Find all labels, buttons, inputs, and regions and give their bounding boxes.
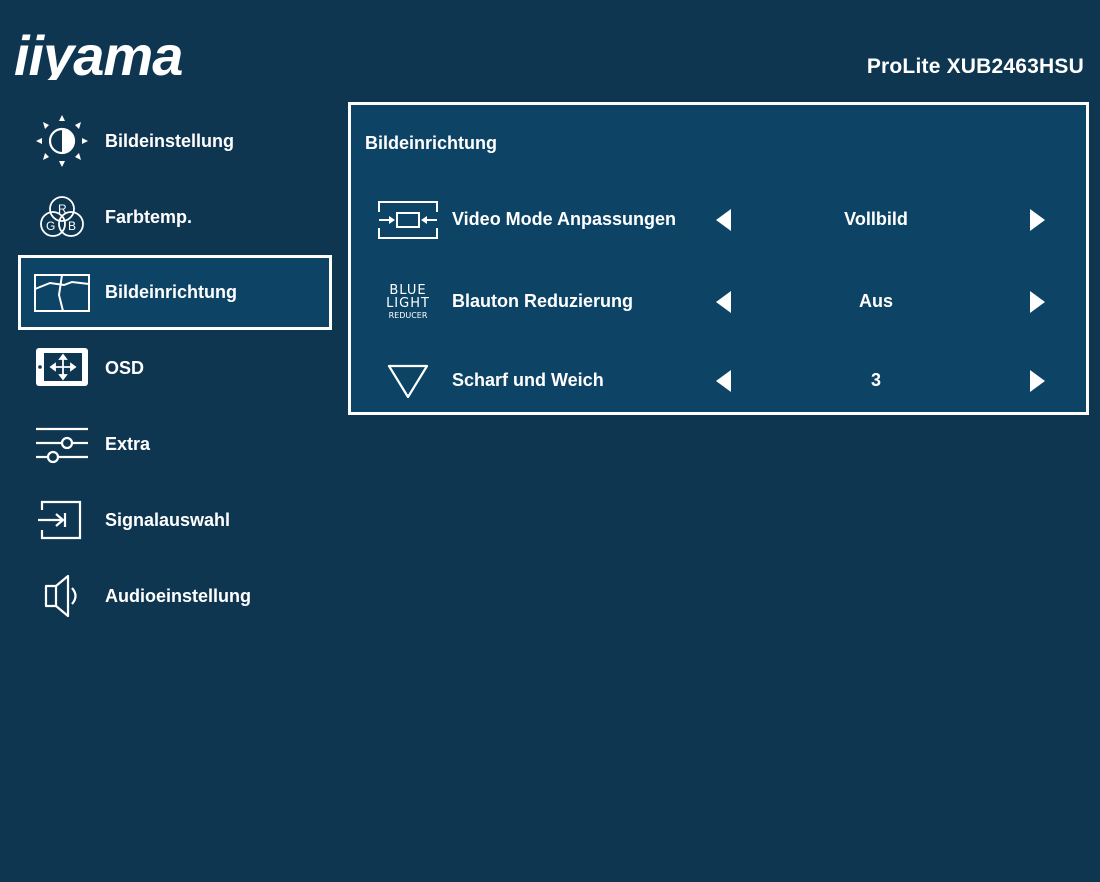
arrow-left-icon[interactable] xyxy=(712,207,736,233)
video-mode-icon xyxy=(375,190,441,250)
sidebar-item-audioeinstellung[interactable]: Audioeinstellung xyxy=(18,558,332,634)
svg-text:R: R xyxy=(58,202,67,216)
setting-row-sharpness[interactable]: Scharf und Weich 3 xyxy=(351,351,1086,411)
sidebar-item-label: OSD xyxy=(105,357,145,378)
sharpness-triangle-icon xyxy=(375,351,441,411)
arrow-right-icon[interactable] xyxy=(1025,207,1049,233)
arrow-left-icon[interactable] xyxy=(712,368,736,394)
osd-move-icon xyxy=(32,340,92,396)
sidebar-item-label: Extra xyxy=(105,433,151,454)
settings-panel: Bildeinrichtung Video Mode Anpassungen V… xyxy=(348,102,1089,415)
iiyama-logo: iiyama xyxy=(14,20,204,80)
model-name: ProLite XUB2463HSU xyxy=(866,55,1084,78)
svg-text:iiyama: iiyama xyxy=(14,24,182,80)
arrow-right-icon[interactable] xyxy=(1025,368,1049,394)
arrow-left-icon[interactable] xyxy=(712,289,736,315)
rgb-color-icon: R G B xyxy=(32,189,92,245)
sidebar-item-bildeinrichtung[interactable]: Bildeinrichtung xyxy=(18,255,332,330)
sidebar-menu: Bildeinstellung R G B Farbtemp. Bildeinr… xyxy=(18,103,332,634)
svg-text:B: B xyxy=(68,219,76,233)
setting-label: Scharf und Weich xyxy=(452,370,604,390)
setting-value: 3 xyxy=(870,370,881,390)
setting-row-video-mode[interactable]: Video Mode Anpassungen Vollbild xyxy=(351,190,1086,250)
sidebar-item-bildeinstellung[interactable]: Bildeinstellung xyxy=(18,103,332,179)
sidebar-item-label: Bildeinrichtung xyxy=(105,282,237,302)
setting-label: Video Mode Anpassungen xyxy=(452,209,677,229)
image-setup-icon xyxy=(32,265,92,321)
brightness-icon xyxy=(32,113,92,169)
sidebar-item-farbtemp[interactable]: R G B Farbtemp. xyxy=(18,179,332,255)
sliders-icon xyxy=(32,416,92,472)
sidebar-item-label: Audioeinstellung xyxy=(105,585,251,606)
panel-title: Bildeinrichtung xyxy=(365,133,497,153)
setting-label: Blauton Reduzierung xyxy=(452,291,633,311)
input-signal-icon xyxy=(32,492,92,548)
sidebar-item-extra[interactable]: Extra xyxy=(18,406,332,482)
setting-value: Aus xyxy=(858,291,893,311)
sidebar-item-label: Signalauswahl xyxy=(105,509,231,530)
setting-row-blue-light[interactable]: BLUE LIGHT REDUCER Blauton Reduzierung A… xyxy=(351,272,1086,332)
setting-value: Vollbild xyxy=(844,209,908,229)
arrow-right-icon[interactable] xyxy=(1025,289,1049,315)
sidebar-item-label: Farbtemp. xyxy=(105,206,193,227)
svg-text:G: G xyxy=(46,219,55,233)
sidebar-item-label: Bildeinstellung xyxy=(105,130,235,151)
speaker-icon xyxy=(32,568,92,624)
sidebar-item-osd[interactable]: OSD xyxy=(18,330,332,406)
blue-light-reducer-icon: BLUE LIGHT REDUCER xyxy=(386,283,430,320)
sidebar-item-signalauswahl[interactable]: Signalauswahl xyxy=(18,482,332,558)
